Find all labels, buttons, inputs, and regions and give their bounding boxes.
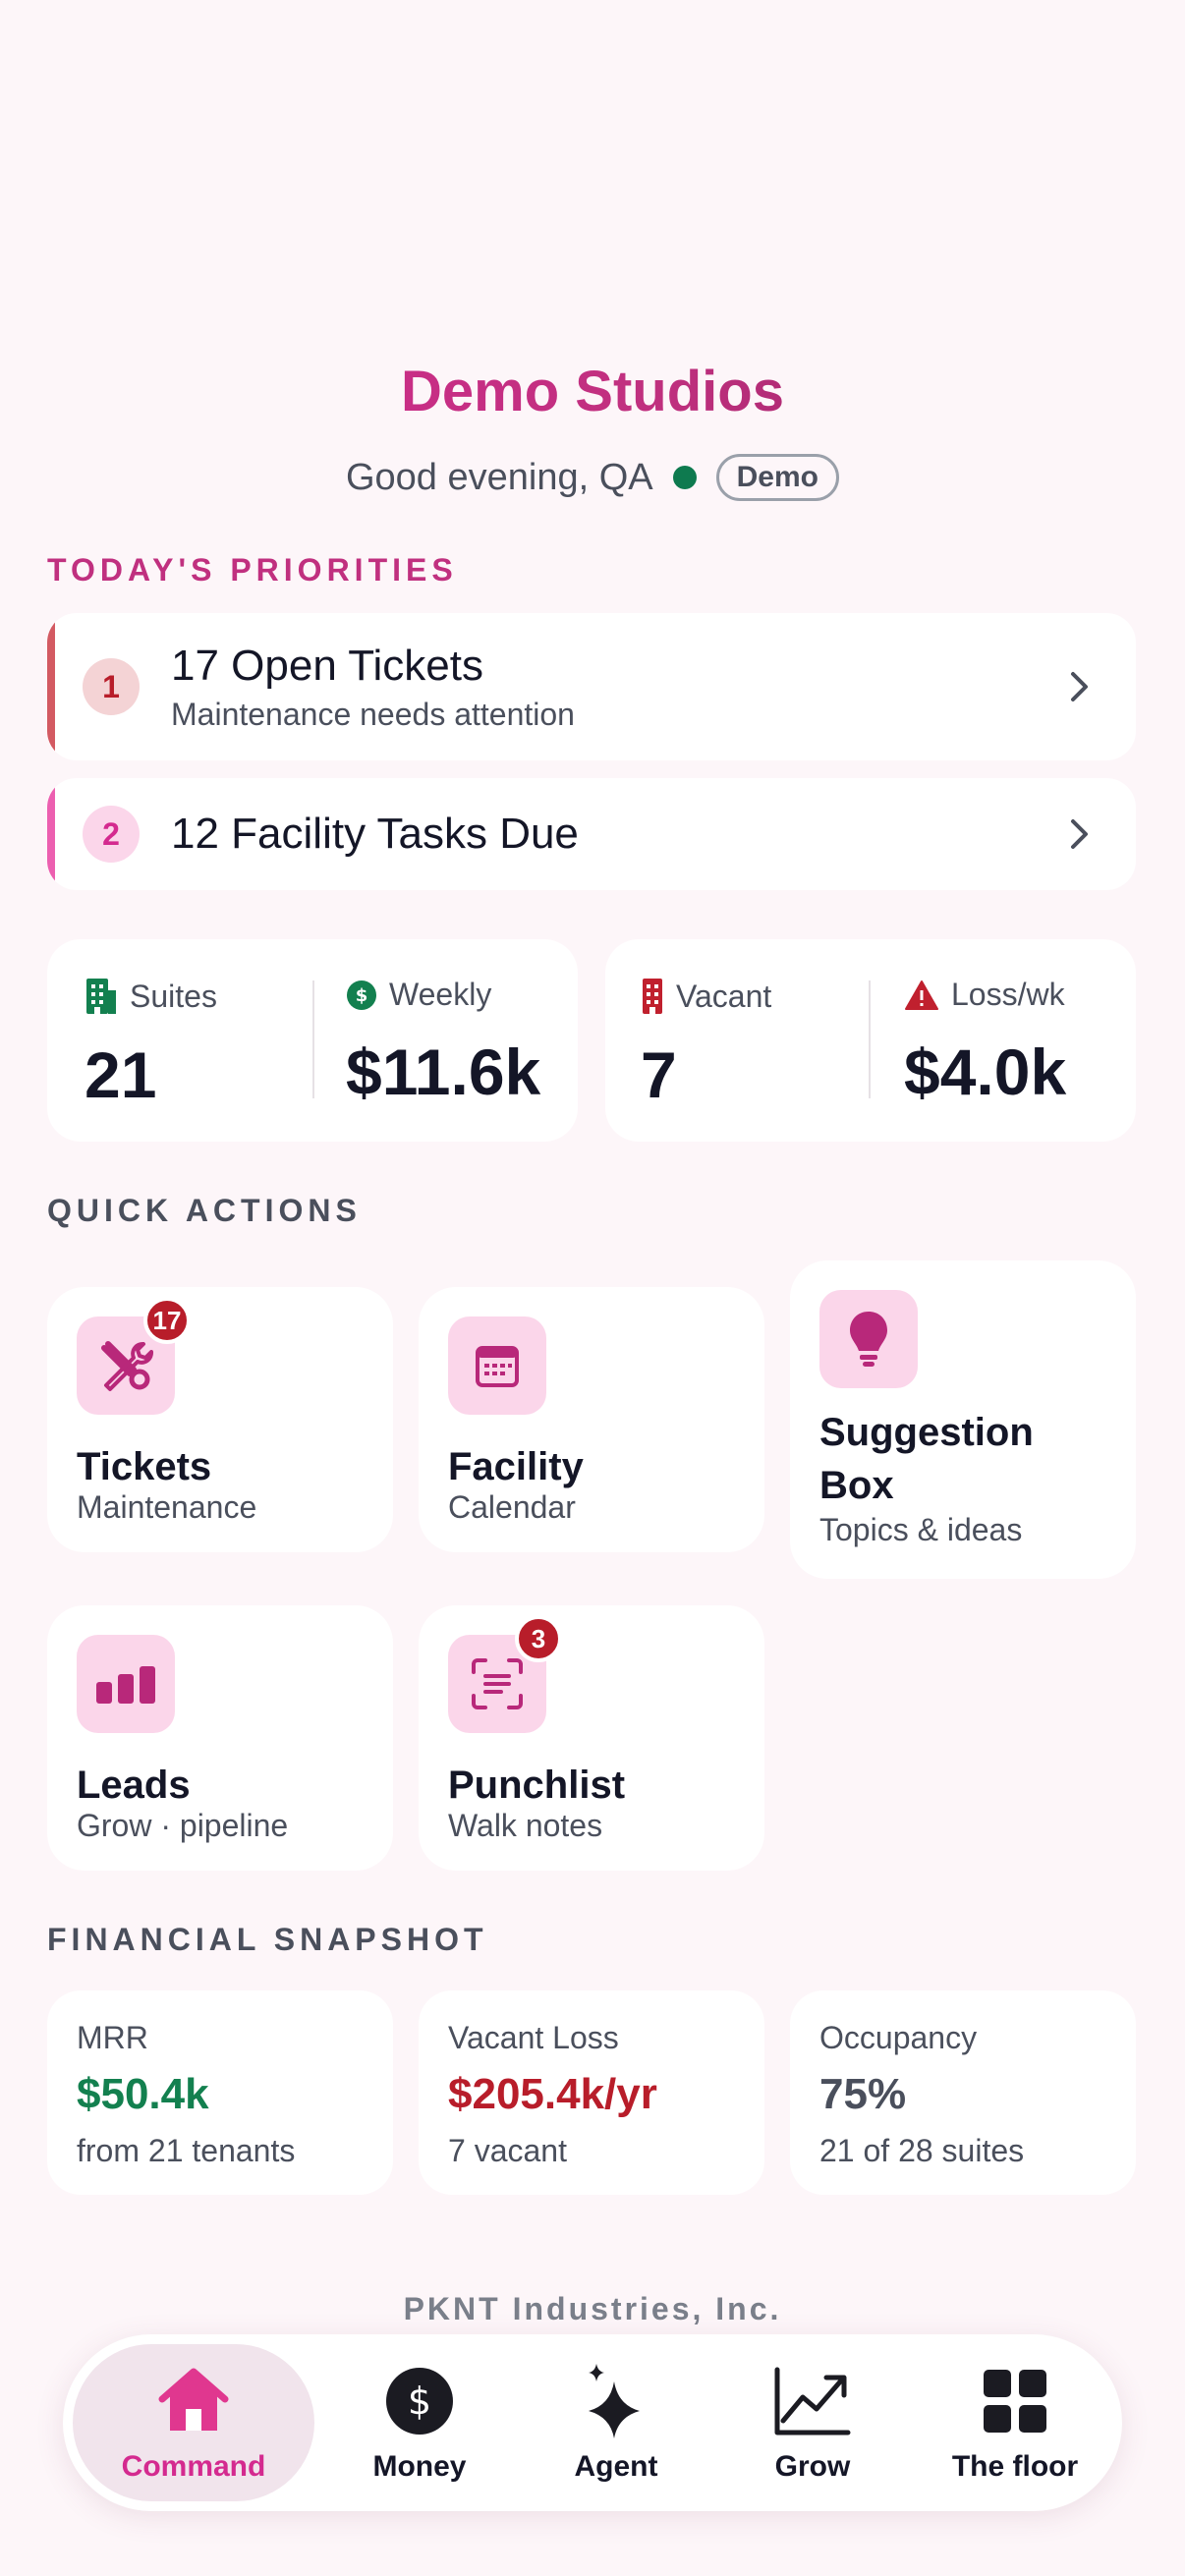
priority-subtitle: Maintenance needs attention	[171, 696, 575, 732]
building-icon	[86, 979, 116, 1014]
tab-agent[interactable]: Agent	[525, 2344, 707, 2501]
financial-value: $205.4k/yr	[448, 2070, 657, 2118]
stat-label: Vacant	[676, 978, 772, 1014]
svg-text:$: $	[356, 985, 368, 1006]
quick-action-subtitle: Topics & ideas	[819, 1512, 1023, 1547]
stat-card-vacant-loss: Vacant 7 Loss/wk $4.0k	[605, 939, 1136, 1142]
notification-badge: 17	[143, 1297, 191, 1344]
bottom-tab-bar: Command $ Money Agent Grow The floor	[63, 2334, 1122, 2511]
demo-badge: Demo	[715, 454, 839, 501]
quick-action-subtitle: Walk notes	[448, 1808, 603, 1843]
quick-action-punchlist[interactable]: 3 Punchlist Walk notes	[419, 1605, 764, 1871]
quick-action-suggestion-box[interactable]: Suggestion Box Topics & ideas	[790, 1260, 1136, 1579]
quick-action-subtitle: Maintenance	[77, 1489, 257, 1525]
quick-action-title-line2: Box	[819, 1464, 894, 1507]
trend-up-icon	[773, 2362, 852, 2440]
stat-divider	[869, 980, 871, 1098]
financial-sub: 7 vacant	[448, 2133, 567, 2168]
priority-open-tickets[interactable]: 1 17 Open Tickets Maintenance needs atte…	[47, 613, 1136, 760]
chevron-right-icon	[1071, 672, 1088, 701]
dollar-circle-icon: $	[347, 980, 376, 1010]
quick-action-title: Facility	[448, 1445, 584, 1488]
tab-label: Agent	[574, 2450, 658, 2483]
tab-label: Money	[372, 2450, 467, 2483]
company-footer: PKNT Industries, Inc.	[403, 2291, 782, 2326]
priority-accent-bar	[47, 778, 55, 890]
stat-suites: Suites 21	[85, 977, 217, 1112]
grid-icon	[976, 2362, 1054, 2440]
financial-sub: 21 of 28 suites	[819, 2133, 1025, 2168]
financial-mrr: MRR $50.4k from 21 tenants	[47, 1990, 393, 2195]
tab-grow[interactable]: Grow	[721, 2344, 904, 2501]
quick-action-title-line1: Suggestion	[819, 1411, 1034, 1454]
quick-action-title: Tickets	[77, 1445, 212, 1488]
priority-title: 17 Open Tickets	[171, 641, 483, 690]
stat-label: Suites	[130, 978, 217, 1014]
building-red-icon	[643, 979, 662, 1014]
priority-facility-tasks[interactable]: 2 12 Facility Tasks Due	[47, 778, 1136, 890]
quick-action-facility[interactable]: Facility Calendar	[419, 1287, 764, 1552]
financial-label: Vacant Loss	[448, 2020, 619, 2055]
priority-title: 12 Facility Tasks Due	[171, 810, 579, 858]
quick-actions-heading: QUICK ACTIONS	[47, 1193, 362, 1228]
greeting-row: Good evening, QA Demo	[0, 454, 1185, 501]
tab-command[interactable]: Command	[73, 2344, 314, 2501]
stat-value: 21	[85, 1038, 157, 1111]
stat-value: $4.0k	[904, 1036, 1067, 1108]
quick-action-leads[interactable]: Leads Grow · pipeline	[47, 1605, 393, 1871]
lightbulb-icon	[819, 1290, 918, 1388]
tab-label: Command	[121, 2450, 266, 2483]
notification-badge: 3	[515, 1615, 562, 1662]
quick-action-tickets[interactable]: 17 Tickets Maintenance	[47, 1287, 393, 1552]
stat-label: Weekly	[389, 977, 492, 1012]
quick-action-title: Suggestion Box	[819, 1406, 1034, 1512]
chevron-right-icon	[1071, 819, 1088, 849]
tab-label: The floor	[951, 2450, 1079, 2483]
stat-label: Loss/wk	[951, 977, 1065, 1012]
stat-loss: Loss/wk $4.0k	[904, 977, 1066, 1109]
stat-weekly: $ Weekly $11.6k	[346, 977, 540, 1109]
priority-accent-bar	[47, 613, 55, 760]
financial-vacant-loss: Vacant Loss $205.4k/yr 7 vacant	[419, 1990, 764, 2195]
tab-the-floor[interactable]: The floor	[914, 2344, 1116, 2501]
sparkle-icon	[577, 2362, 655, 2440]
priority-number: 2	[83, 806, 140, 863]
dollar-icon: $	[380, 2362, 459, 2440]
financial-value: $50.4k	[77, 2070, 209, 2118]
stat-divider	[312, 980, 314, 1098]
warning-icon	[905, 980, 938, 1010]
financial-occupancy: Occupancy 75% 21 of 28 suites	[790, 1990, 1136, 2195]
tab-money[interactable]: $ Money	[328, 2344, 511, 2501]
financial-sub: from 21 tenants	[77, 2133, 296, 2168]
priorities-heading: TODAY'S PRIORITIES	[47, 552, 458, 588]
financial-label: MRR	[77, 2020, 148, 2055]
stat-value: $11.6k	[346, 1036, 541, 1108]
online-status-dot	[672, 466, 697, 489]
calendar-icon	[448, 1316, 546, 1415]
financial-label: Occupancy	[819, 2020, 978, 2055]
priority-number: 1	[83, 658, 140, 715]
home-icon	[154, 2362, 233, 2440]
quick-action-title: Punchlist	[448, 1764, 626, 1807]
stat-card-suites-weekly: Suites 21 $ Weekly $11.6k	[47, 939, 578, 1142]
bar-chart-icon	[77, 1635, 175, 1733]
stat-value: 7	[641, 1038, 677, 1111]
quick-action-subtitle: Calendar	[448, 1489, 576, 1525]
stat-vacant: Vacant 7	[641, 977, 771, 1112]
app-title: Demo Studios	[0, 359, 1185, 424]
quick-action-subtitle: Grow · pipeline	[77, 1808, 289, 1843]
greeting-text: Good evening, QA	[345, 456, 653, 498]
financial-heading: FINANCIAL SNAPSHOT	[47, 1922, 488, 1957]
quick-action-title: Leads	[77, 1764, 191, 1807]
financial-value: 75%	[819, 2070, 907, 2118]
tab-label: Grow	[774, 2450, 851, 2483]
svg-text:$: $	[408, 2380, 431, 2423]
